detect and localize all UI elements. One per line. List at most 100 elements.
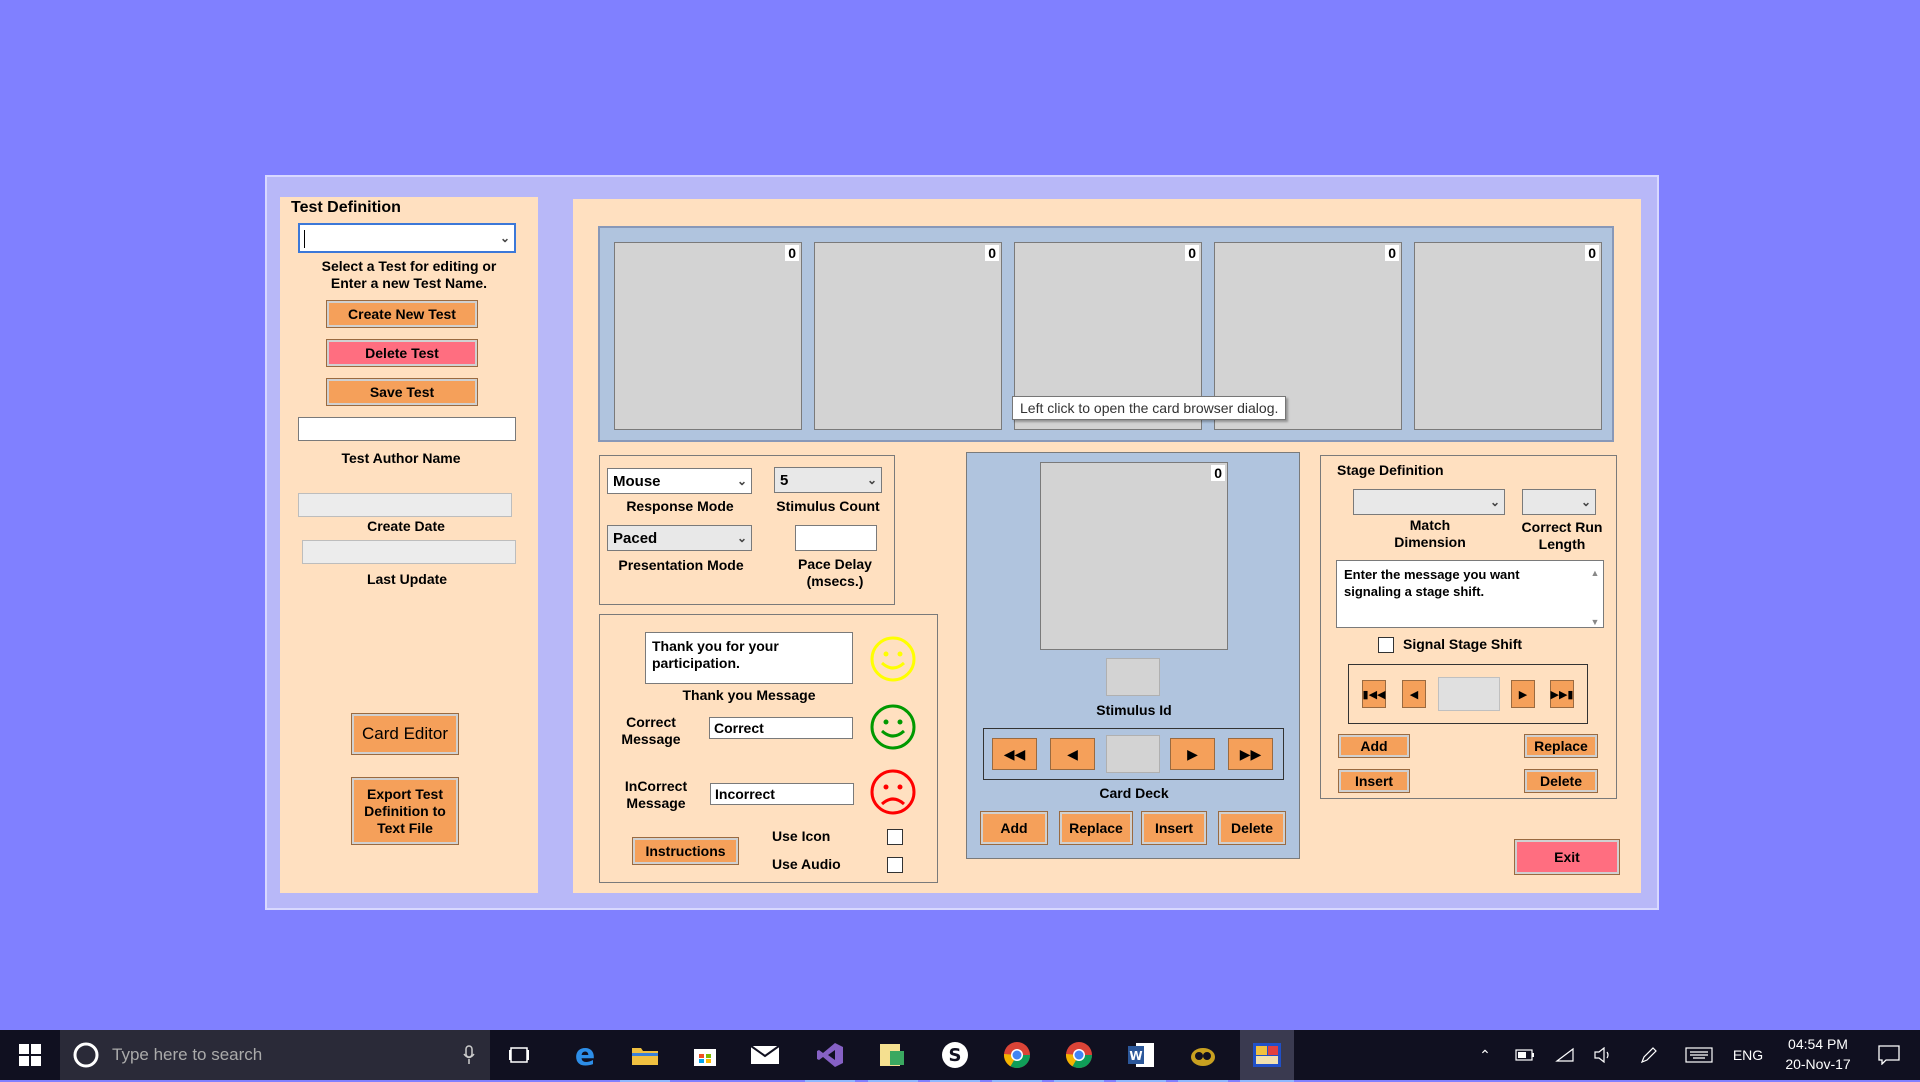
- stage-add-button[interactable]: Add: [1338, 734, 1410, 758]
- show-hidden-icons-icon[interactable]: ⌃: [1470, 1030, 1500, 1080]
- correct-run-length-label: Correct Run Length: [1521, 519, 1603, 552]
- deck-nav-group: ◀◀ ◀ ▶ ▶▶: [983, 728, 1284, 780]
- task-view-icon[interactable]: [500, 1030, 540, 1080]
- test-select-combo[interactable]: ⌄: [298, 223, 516, 253]
- chevron-down-icon: ⌄: [499, 231, 511, 245]
- use-audio-label: Use Audio: [772, 856, 841, 872]
- correct-message-input[interactable]: Correct: [709, 717, 853, 739]
- instructions-button[interactable]: Instructions: [632, 837, 739, 865]
- card-slot-1[interactable]: 0: [614, 242, 802, 430]
- chrome-icon[interactable]: [992, 1030, 1042, 1082]
- card-slot-count: 0: [1185, 245, 1199, 261]
- stage-insert-button[interactable]: Insert: [1338, 769, 1410, 793]
- stage-prev-button[interactable]: ◀: [1402, 680, 1426, 708]
- stimulus-card[interactable]: 0: [1040, 462, 1228, 650]
- test-author-input[interactable]: [298, 417, 516, 441]
- match-dimension-combo[interactable]: ⌄: [1353, 489, 1505, 515]
- signal-stage-shift-checkbox[interactable]: [1378, 637, 1394, 653]
- incorrect-message-input[interactable]: Incorrect: [710, 783, 854, 805]
- rewind-icon: ◀◀: [1003, 745, 1026, 762]
- visual-studio-icon[interactable]: [805, 1030, 855, 1082]
- word-icon[interactable]: W: [1116, 1030, 1166, 1082]
- wifi-icon[interactable]: [1550, 1030, 1580, 1080]
- create-new-test-button[interactable]: Create New Test: [326, 300, 478, 328]
- pen-icon[interactable]: [1634, 1030, 1664, 1080]
- last-update-label: Last Update: [366, 571, 448, 587]
- presentation-mode-combo[interactable]: Paced ⌄: [607, 525, 752, 551]
- deck-position-field: [1106, 735, 1160, 773]
- stimulus-card-count: 0: [1211, 465, 1225, 481]
- notifications-icon[interactable]: [1864, 1030, 1914, 1080]
- message-scrollbar[interactable]: ▲ ▼: [1587, 561, 1603, 627]
- use-icon-label: Use Icon: [772, 828, 831, 844]
- export-test-button[interactable]: Export Test Definition to Text File: [351, 777, 459, 845]
- deck-first-button[interactable]: ◀◀: [992, 738, 1037, 770]
- windows-logo-icon: [19, 1044, 41, 1066]
- deck-delete-button[interactable]: Delete: [1218, 811, 1286, 845]
- volume-icon[interactable]: [1588, 1030, 1618, 1080]
- stage-replace-button[interactable]: Replace: [1524, 734, 1598, 758]
- smiley-green-icon: [869, 703, 917, 756]
- test-select-hint: Select a Test for editing or Enter a new…: [321, 258, 497, 291]
- taskbar-search-box[interactable]: Type here to search: [60, 1030, 490, 1080]
- battery-icon[interactable]: [1510, 1030, 1540, 1080]
- language-indicator[interactable]: ENG: [1726, 1030, 1770, 1080]
- chrome-alt-icon[interactable]: [1054, 1030, 1104, 1082]
- last-update-field: [302, 540, 516, 564]
- use-icon-checkbox[interactable]: [887, 829, 903, 845]
- svg-text:S: S: [949, 1045, 962, 1066]
- card-editor-button[interactable]: Card Editor: [351, 713, 459, 755]
- response-mode-value: Mouse: [613, 472, 661, 490]
- stage-delete-button[interactable]: Delete: [1524, 769, 1598, 793]
- chevron-down-icon: ⌄: [736, 531, 748, 545]
- keyboard-icon[interactable]: [1682, 1030, 1716, 1080]
- search-placeholder: Type here to search: [112, 1045, 263, 1064]
- stage-last-button[interactable]: ▶▶▮: [1550, 680, 1574, 708]
- chevron-down-icon: ⌄: [1580, 495, 1592, 509]
- start-button[interactable]: [0, 1030, 60, 1080]
- stimulus-count-combo[interactable]: 5 ⌄: [774, 467, 882, 493]
- stage-definition-group: Stage Definition ⌄ Match Dimension ⌄ Cor…: [1320, 455, 1617, 799]
- deck-last-button[interactable]: ▶▶: [1228, 738, 1273, 770]
- chevron-down-icon: ⌄: [736, 474, 748, 488]
- file-explorer-icon[interactable]: [620, 1030, 670, 1082]
- clock[interactable]: 04:54 PM 20-Nov-17: [1772, 1034, 1864, 1076]
- card-slot-2[interactable]: 0: [814, 242, 1002, 430]
- skip-first-icon: ▮◀◀: [1362, 688, 1386, 701]
- use-audio-checkbox[interactable]: [887, 857, 903, 873]
- thank-you-message-label: Thank you Message: [682, 687, 816, 703]
- presentation-mode-label: Presentation Mode: [618, 557, 744, 573]
- pace-delay-input[interactable]: [795, 525, 877, 551]
- microphone-icon[interactable]: [462, 1045, 476, 1065]
- deck-replace-button[interactable]: Replace: [1059, 811, 1133, 845]
- edge-icon[interactable]: e: [560, 1030, 610, 1080]
- save-test-button[interactable]: Save Test: [326, 378, 478, 406]
- delete-test-button[interactable]: Delete Test: [326, 339, 478, 367]
- active-app-icon[interactable]: [1240, 1030, 1294, 1082]
- exit-button[interactable]: Exit: [1514, 839, 1620, 875]
- stage-first-button[interactable]: ▮◀◀: [1362, 680, 1386, 708]
- deck-prev-button[interactable]: ◀: [1050, 738, 1095, 770]
- fast-forward-icon: ▶▶: [1239, 745, 1262, 762]
- deck-next-button[interactable]: ▶: [1170, 738, 1215, 770]
- app-misc-icon[interactable]: [1178, 1030, 1228, 1082]
- messages-group: Thank you for your participation. Thank …: [599, 614, 938, 883]
- app-tool-icon[interactable]: [868, 1030, 918, 1082]
- deck-add-button[interactable]: Add: [980, 811, 1048, 845]
- card-slot-5[interactable]: 0: [1414, 242, 1602, 430]
- stage-shift-message-input[interactable]: Enter the message you want signaling a s…: [1336, 560, 1604, 628]
- stage-nav-group: ▮◀◀ ◀ ▶ ▶▶▮: [1348, 664, 1588, 724]
- chevron-down-icon: ⌄: [866, 473, 878, 487]
- pace-delay-label: Pace Delay (msecs.): [798, 556, 872, 589]
- card-browser-tooltip: Left click to open the card browser dial…: [1012, 396, 1287, 420]
- correct-run-length-combo[interactable]: ⌄: [1522, 489, 1596, 515]
- store-icon[interactable]: [680, 1030, 730, 1080]
- signal-stage-shift-label: Signal Stage Shift: [1403, 636, 1523, 652]
- mail-icon[interactable]: [740, 1030, 790, 1080]
- response-mode-combo[interactable]: Mouse ⌄: [607, 468, 752, 494]
- stage-next-button[interactable]: ▶: [1511, 680, 1535, 708]
- skype-icon[interactable]: S: [930, 1030, 980, 1082]
- deck-insert-button[interactable]: Insert: [1141, 811, 1207, 845]
- thank-you-message-input[interactable]: Thank you for your participation.: [645, 632, 853, 684]
- text-cursor: [304, 230, 305, 248]
